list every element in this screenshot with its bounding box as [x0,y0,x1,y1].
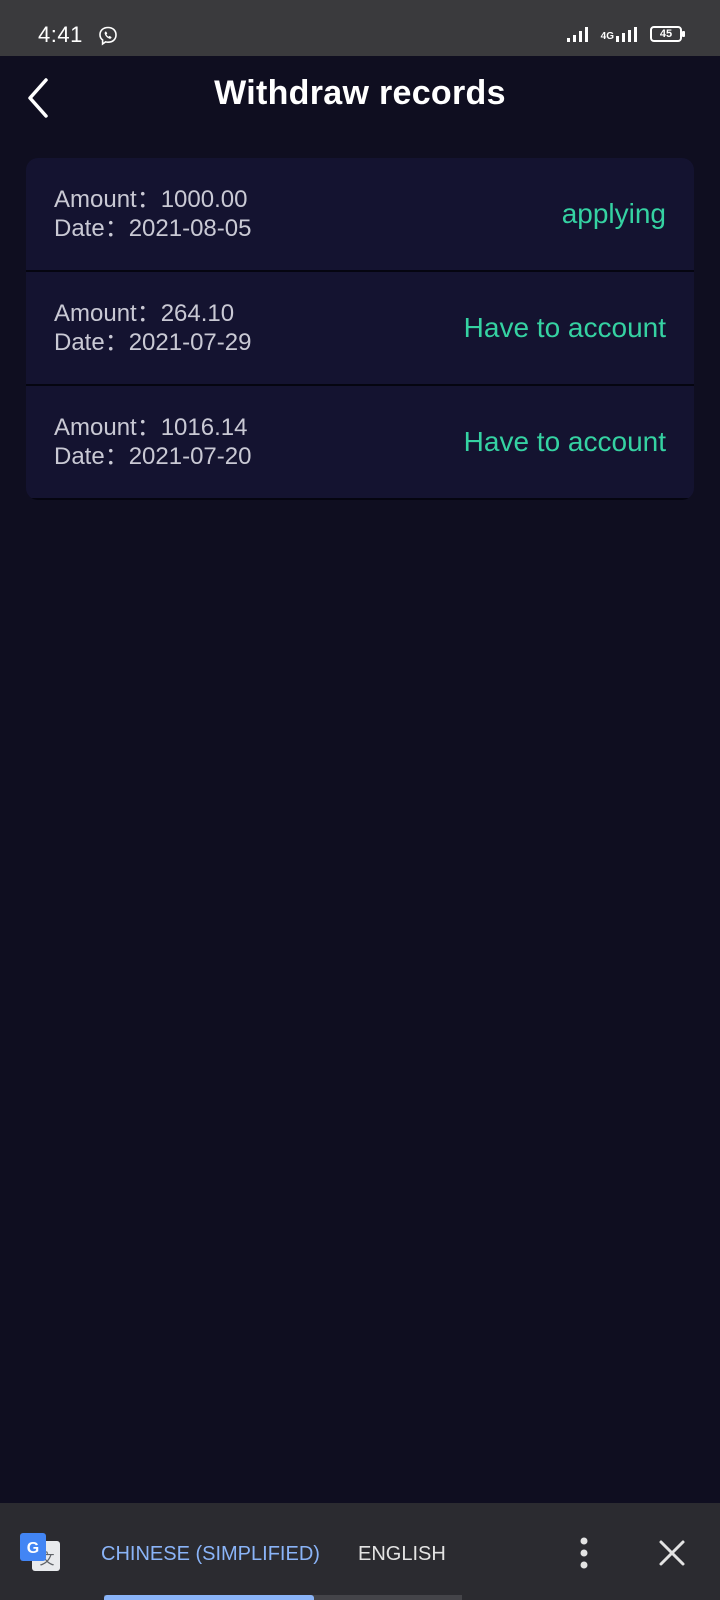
target-language-tab[interactable]: ENGLISH [358,1543,446,1566]
record-row[interactable]: Amount：1016.14 Date：2021-07-20 Have to a… [26,386,694,500]
record-date: Date：2021-07-29 [54,329,252,356]
status-time: 4:41 [38,22,83,47]
record-amount: Amount：1016.14 [54,414,248,441]
page-title: Withdraw records [214,74,506,112]
viber-icon [99,26,117,46]
status-bar: 4:41 4G 45 [0,0,720,56]
record-amount: Amount：264.10 [54,300,235,327]
language-tab-indicator [104,1595,314,1600]
status-indicators: 4G 45 [566,26,685,42]
record-status: applying [561,198,666,229]
record-row[interactable]: Amount：1000.00 Date：2021-08-05 applying [26,158,694,272]
battery-icon: 45 [650,26,685,42]
withdraw-records-list: Amount：1000.00 Date：2021-08-05 applying … [26,158,694,500]
record-row[interactable]: Amount：264.10 Date：2021-07-29 Have to ac… [26,272,694,386]
translate-bar: 文 G CHINESE (SIMPLIFIED) ENGLISH [0,1503,720,1600]
record-info: Amount：1016.14 Date：2021-07-20 [54,413,251,471]
network-4g-indicator: 4G [601,26,638,42]
record-date: Date：2021-08-05 [54,215,252,242]
record-date: Date：2021-07-20 [54,443,252,470]
signal-icon [566,27,588,42]
record-amount: Amount：1000.00 [54,186,248,213]
google-translate-icon[interactable]: 文 G [20,1533,62,1573]
close-icon[interactable] [656,1537,688,1569]
network-type-label: 4G [600,31,614,42]
record-status: Have to account [463,312,666,343]
signal-4g-icon [616,27,637,42]
record-status: Have to account [463,426,666,457]
more-vert-icon[interactable] [570,1535,598,1571]
app-header: Withdraw records [0,56,720,144]
record-info: Amount：1000.00 Date：2021-08-05 [54,185,251,243]
svg-text:G: G [27,1540,39,1557]
source-language-tab[interactable]: CHINESE (SIMPLIFIED) [101,1543,320,1566]
record-info: Amount：264.10 Date：2021-07-29 [54,299,251,357]
